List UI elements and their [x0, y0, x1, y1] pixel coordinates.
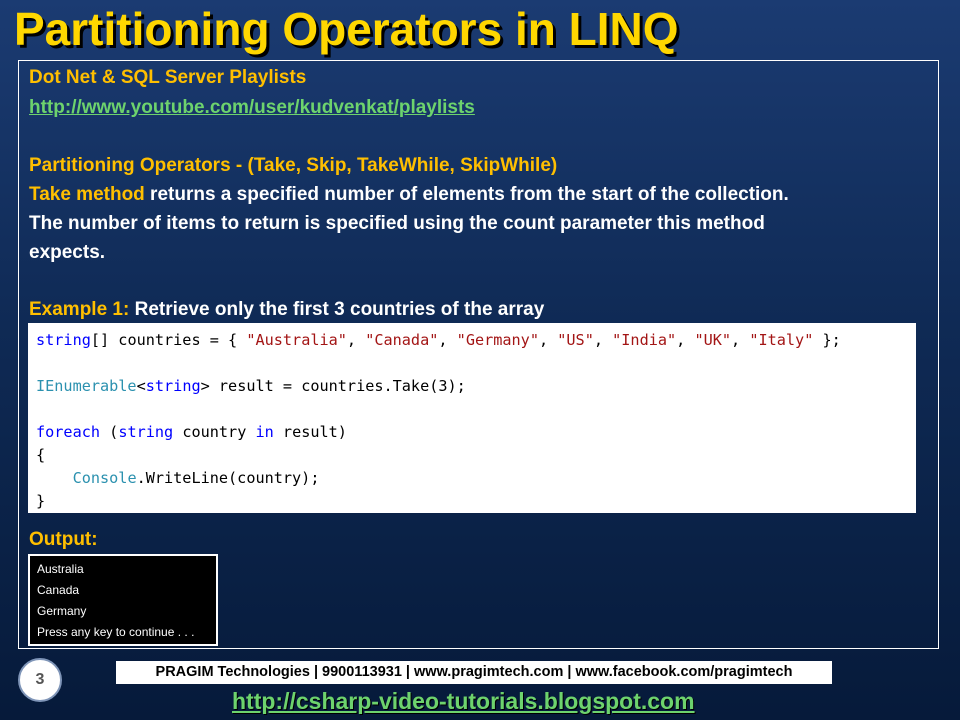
- code-line-6: {: [36, 446, 46, 464]
- code-text: country: [173, 423, 256, 441]
- code-line-1: string[] countries = { "Australia", "Can…: [36, 329, 908, 352]
- code-string: "Italy": [749, 331, 814, 349]
- footer-banner: PRAGIM Technologies | 9900113931 | www.p…: [116, 661, 832, 684]
- code-line-8: }: [36, 492, 46, 510]
- code-keyword: string: [118, 423, 174, 441]
- code-text: ,: [438, 331, 457, 349]
- code-string: "UK": [694, 331, 732, 349]
- example-description: Retrieve only the first 3 countries of t…: [129, 299, 545, 320]
- take-description-line-1: Take method returns a specified number o…: [29, 184, 789, 206]
- code-line-7: Console.WriteLine(country);: [36, 467, 908, 490]
- output-line: Press any key to continue . . .: [37, 625, 195, 639]
- code-text: [] countries = {: [90, 331, 247, 349]
- output-line: Australia: [37, 562, 84, 576]
- operators-heading: Partitioning Operators - (Take, Skip, Ta…: [29, 155, 558, 176]
- code-text: ,: [676, 331, 695, 349]
- code-block: string[] countries = { "Australia", "Can…: [28, 323, 916, 513]
- example-heading: Example 1: Retrieve only the first 3 cou…: [29, 299, 544, 321]
- code-keyword: string: [36, 331, 91, 349]
- take-description-text: returns a specified number of elements f…: [144, 184, 789, 205]
- code-text: > result = countries.Take(3);: [200, 377, 466, 395]
- code-text: ,: [731, 331, 750, 349]
- code-string: "Canada": [365, 331, 439, 349]
- code-string: "Australia": [246, 331, 347, 349]
- code-keyword: foreach: [36, 423, 101, 441]
- take-description-line-2: The number of items to return is specifi…: [29, 213, 765, 234]
- code-text: };: [813, 331, 841, 349]
- code-keyword: string: [145, 377, 201, 395]
- code-text: (: [100, 423, 119, 441]
- code-text: ,: [538, 331, 558, 349]
- playlist-link[interactable]: http://www.youtube.com/user/kudvenkat/pl…: [29, 97, 475, 119]
- slide-number: 3: [18, 658, 62, 702]
- code-line-3: IEnumerable<string> result = countries.T…: [36, 375, 908, 398]
- code-string: "India": [612, 331, 677, 349]
- code-string: "US": [557, 331, 594, 349]
- code-text: <: [136, 377, 146, 395]
- take-description-line-3: expects.: [29, 242, 106, 263]
- blog-link[interactable]: http://csharp-video-tutorials.blogspot.c…: [232, 688, 695, 715]
- code-text: .WriteLine(country);: [136, 469, 320, 487]
- code-type: Console: [72, 469, 137, 487]
- code-text: ,: [593, 331, 613, 349]
- code-text: ,: [346, 331, 366, 349]
- output-line: Canada: [37, 583, 80, 597]
- code-text: result): [273, 423, 347, 441]
- output-label: Output:: [29, 529, 98, 550]
- code-type: IEnumerable: [36, 377, 137, 395]
- playlist-heading: Dot Net & SQL Server Playlists: [29, 67, 307, 88]
- content-box: Dot Net & SQL Server Playlists http://ww…: [18, 60, 939, 649]
- code-keyword: in: [255, 423, 274, 441]
- take-method-label: Take method: [29, 184, 145, 205]
- console-output: Australia Canada Germany Press any key t…: [28, 554, 218, 646]
- output-line: Germany: [37, 604, 87, 618]
- slide-title: Partitioning Operators in LINQ: [14, 3, 679, 55]
- code-string: "Germany": [456, 331, 539, 349]
- code-line-5: foreach (string country in result): [36, 421, 908, 444]
- example-label: Example 1:: [29, 299, 130, 320]
